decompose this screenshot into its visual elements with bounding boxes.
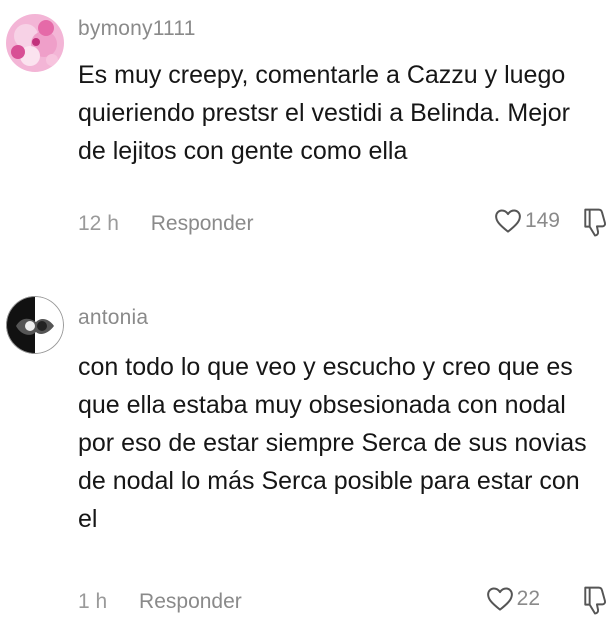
avatar-yin-yang-image xyxy=(6,296,64,354)
comment-text: Es muy creepy, comentarle a Cazzu y lueg… xyxy=(78,61,570,165)
reply-button[interactable]: Responder xyxy=(151,212,254,236)
like-count: 22 xyxy=(516,587,540,610)
heart-outline-icon xyxy=(493,206,523,236)
comment-item: bymony1111 Es muy creepy, comentarle a C… xyxy=(0,0,614,260)
dislike-button[interactable] xyxy=(580,206,610,240)
thumbs-down-icon xyxy=(580,584,610,618)
comment-username[interactable]: antonia xyxy=(78,306,148,330)
avatar[interactable] xyxy=(6,14,64,72)
dislike-button[interactable] xyxy=(580,584,610,618)
comment-meta: 1 h Responder xyxy=(78,590,242,614)
thumbs-down-icon xyxy=(580,206,610,240)
like-button[interactable]: 22 xyxy=(485,584,540,614)
comment-item: antonia con todo lo que veo y escucho y … xyxy=(0,288,614,620)
avatar[interactable] xyxy=(6,296,64,354)
like-button[interactable]: 149 xyxy=(493,206,560,236)
like-count: 149 xyxy=(524,209,560,232)
avatar-flower-image xyxy=(6,14,64,72)
comment-timestamp: 1 h xyxy=(78,590,108,613)
comment-username[interactable]: bymony1111 xyxy=(78,17,196,41)
comment-meta: 12 h Responder xyxy=(78,212,253,236)
heart-outline-icon xyxy=(485,584,515,614)
reply-button[interactable]: Responder xyxy=(139,590,242,614)
comment-text: con todo lo que veo y escucho y creo que… xyxy=(78,353,587,533)
comment-timestamp: 12 h xyxy=(78,212,119,235)
